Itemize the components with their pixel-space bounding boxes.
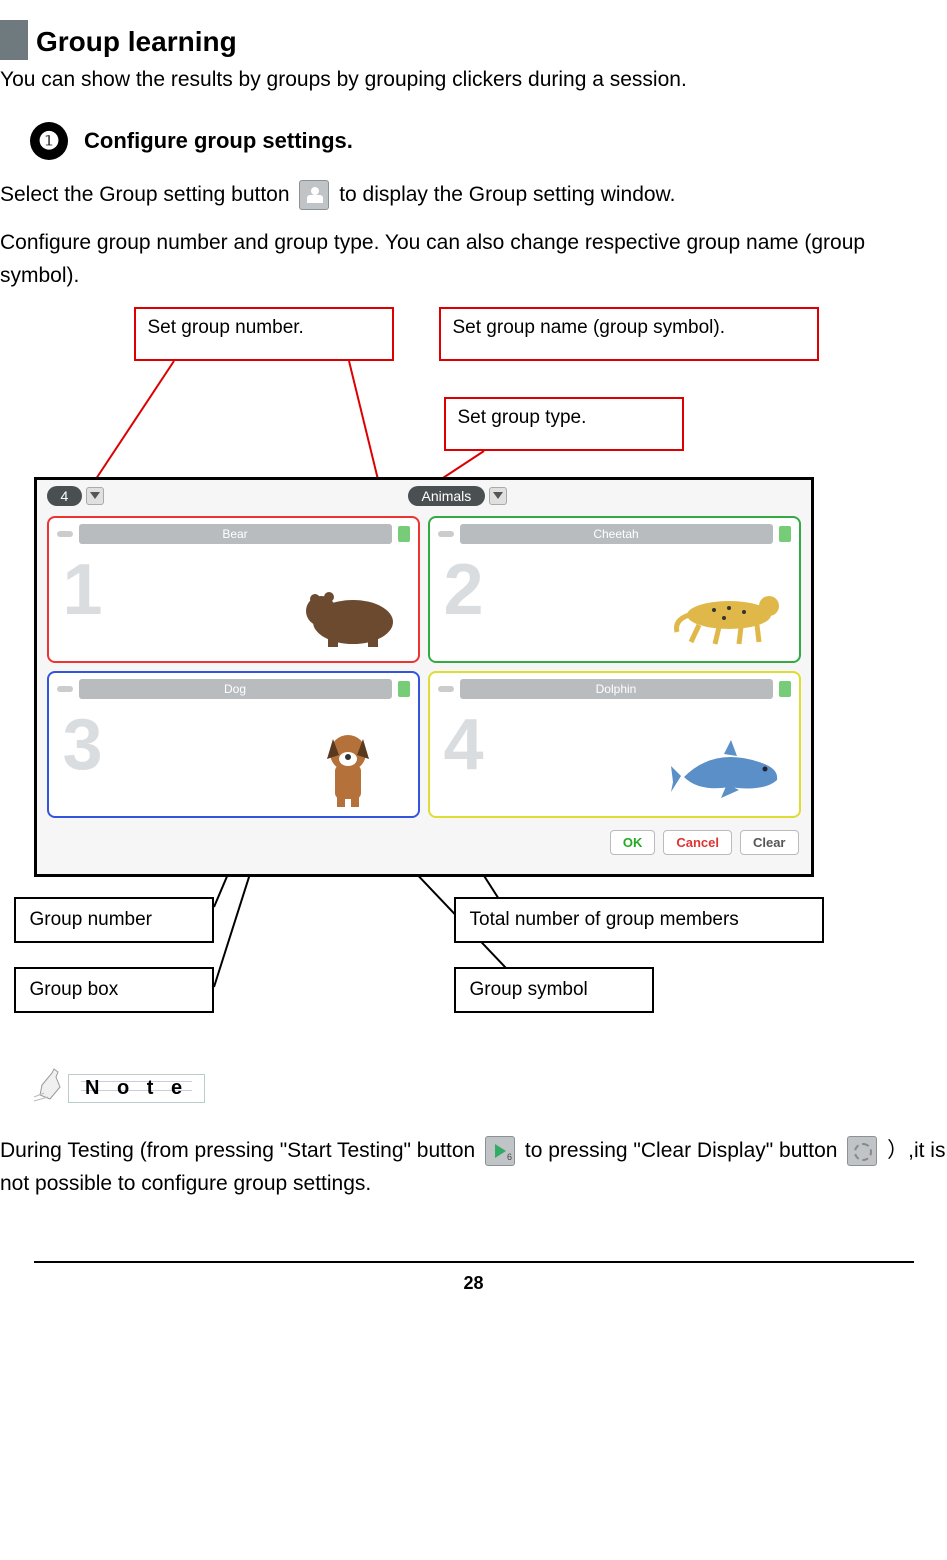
note-part-a: During Testing (from pressing "Start Tes… <box>0 1139 481 1162</box>
group-box-1[interactable]: Bear 1 <box>47 516 420 663</box>
page-number: 28 <box>34 1261 914 1314</box>
drag-handle-icon <box>438 531 454 537</box>
callout-group-box: Group box <box>14 967 214 1013</box>
group-name-field[interactable]: Dog <box>79 679 392 699</box>
p1-part-a: Select the Group setting button <box>0 183 295 206</box>
group-count-value: 4 <box>47 486 83 506</box>
dolphin-icon <box>669 730 789 810</box>
group-setting-window: 4 Animals Bear 1 <box>34 477 814 877</box>
callout-group-number: Group number <box>14 897 214 943</box>
member-count-icon <box>779 526 791 542</box>
group-number-label: 1 <box>63 554 103 626</box>
ok-button[interactable]: OK <box>610 830 656 855</box>
note-heading: N o t e <box>30 1067 947 1110</box>
clear-display-icon <box>847 1136 877 1166</box>
member-count-icon <box>398 681 410 697</box>
member-count-icon <box>398 526 410 542</box>
section-marker <box>0 20 28 60</box>
clear-button[interactable]: Clear <box>740 830 799 855</box>
group-type-dropdown[interactable]: Animals <box>408 486 508 506</box>
dropdown-icon <box>489 487 507 505</box>
group-type-value: Animals <box>408 486 486 506</box>
group-box-2[interactable]: Cheetah 2 <box>428 516 801 663</box>
group-number-label: 2 <box>444 554 484 626</box>
drag-handle-icon <box>438 686 454 692</box>
diagram-area: Set group number. Set group name (group … <box>24 307 924 1027</box>
member-count-icon <box>779 681 791 697</box>
callout-group-symbol: Group symbol <box>454 967 654 1013</box>
group-number-label: 3 <box>63 709 103 781</box>
paragraph-2: Configure group number and group type. Y… <box>0 226 947 293</box>
group-box-4[interactable]: Dolphin 4 <box>428 671 801 818</box>
callout-total-members: Total number of group members <box>454 897 824 943</box>
note-part-b: to pressing "Clear Display" button <box>525 1139 843 1162</box>
p1-part-b: to display the Group setting window. <box>339 183 675 206</box>
step-label: Configure group settings. <box>84 128 353 154</box>
group-name-field[interactable]: Cheetah <box>460 524 773 544</box>
note-body-text: During Testing (from pressing "Start Tes… <box>0 1134 947 1201</box>
dropdown-icon <box>86 487 104 505</box>
cheetah-icon <box>669 575 789 655</box>
callout-set-group-type: Set group type. <box>444 397 684 451</box>
start-testing-icon: 6 <box>485 1136 515 1166</box>
callout-set-group-name: Set group name (group symbol). <box>439 307 819 361</box>
section-title: Group learning <box>36 20 237 60</box>
step-number-badge: ❶ <box>30 122 68 160</box>
bear-icon <box>288 575 408 655</box>
group-count-dropdown[interactable]: 4 <box>47 486 105 506</box>
drag-handle-icon <box>57 531 73 537</box>
intro-text: You can show the results by groups by gr… <box>0 68 947 92</box>
group-number-label: 4 <box>444 709 484 781</box>
group-box-3[interactable]: Dog 3 <box>47 671 420 818</box>
drag-handle-icon <box>57 686 73 692</box>
note-hand-icon <box>30 1067 70 1110</box>
note-label: N o t e <box>81 1077 192 1099</box>
dog-icon <box>288 730 408 810</box>
group-name-field[interactable]: Bear <box>79 524 392 544</box>
group-setting-icon <box>299 180 329 210</box>
paragraph-1: Select the Group setting button to displ… <box>0 178 947 212</box>
cancel-button[interactable]: Cancel <box>663 830 732 855</box>
callout-set-group-number: Set group number. <box>134 307 394 361</box>
group-name-field[interactable]: Dolphin <box>460 679 773 699</box>
